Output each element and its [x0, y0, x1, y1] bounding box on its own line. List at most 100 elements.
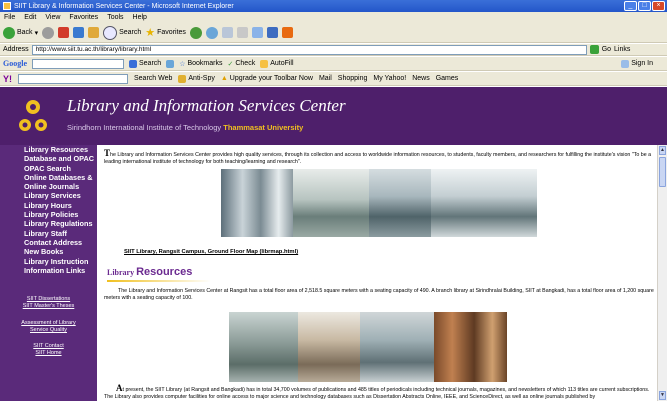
collection-paragraph: At present, the SIIT Library (at Rangsit… — [104, 383, 650, 400]
history-icon[interactable] — [205, 26, 218, 39]
sidebar-item-database-opac[interactable]: Database and OPAC — [0, 154, 97, 163]
yahoo-search-input[interactable] — [18, 73, 128, 84]
antispy-icon — [178, 74, 187, 83]
search-web-button[interactable]: Search Web — [134, 75, 172, 82]
google-logo: Google — [3, 59, 27, 68]
sidebar-links-contact: SIIT Contact SIIT Home — [0, 343, 97, 357]
window-titlebar: SIIT Library & Information Services Cent… — [0, 0, 667, 12]
menu-file[interactable]: File — [4, 14, 15, 21]
edit-icon[interactable] — [251, 27, 263, 38]
signin-button[interactable]: Sign In — [621, 59, 653, 68]
mail-icon[interactable] — [221, 27, 233, 38]
address-url: http://www.siit.tu.ac.th/library/library… — [35, 45, 152, 53]
mail-button[interactable]: Mail — [319, 75, 332, 82]
yahoo-toolbar: Y! Search Web Anti-Spy ▲ Upgrade your To… — [0, 72, 667, 86]
sidebar-item-library-instruction[interactable]: Library Instruction — [0, 257, 97, 266]
menu-help[interactable]: Help — [133, 14, 147, 21]
floor-map-link[interactable]: SIIT Library, Rangsit Campus, Ground Flo… — [124, 249, 298, 255]
scroll-thumb[interactable] — [659, 157, 666, 187]
sidebar-item-new-books[interactable]: New Books — [0, 247, 97, 256]
yahoo-logo-icon[interactable]: Y! — [3, 74, 12, 84]
print-icon[interactable] — [236, 27, 248, 38]
siit-dissertations-link[interactable]: SIIT Dissertations — [0, 296, 97, 303]
spellcheck-button[interactable]: ✓ Check — [227, 60, 255, 68]
menu-tools[interactable]: Tools — [107, 14, 123, 21]
bookmark-star-icon: ☆ — [179, 60, 186, 68]
intro-paragraph: The Library and Information Services Cen… — [104, 148, 652, 165]
sidebar-item-information-links[interactable]: Information Links — [0, 266, 97, 275]
go-button[interactable]: Go — [602, 46, 611, 53]
sidebar-item-library-regulations[interactable]: Library Regulations — [0, 219, 97, 228]
siit-contact-link[interactable]: SIIT Contact — [0, 343, 97, 350]
library-photo-shelves — [221, 169, 293, 237]
favorites-star-icon: ★ — [145, 27, 156, 39]
siit-masters-theses-link[interactable]: SIIT Master's Theses — [0, 303, 97, 310]
sidebar-item-library-services[interactable]: Library Services — [0, 191, 97, 200]
games-button[interactable]: Games — [436, 75, 459, 82]
address-input[interactable]: http://www.siit.tu.ac.th/library/library… — [31, 44, 587, 55]
messenger-icon[interactable] — [281, 27, 293, 38]
autofill-button[interactable]: AutoFill — [260, 59, 294, 68]
bookmarks-button[interactable]: ☆ Bookmarks — [179, 60, 222, 68]
close-button[interactable]: × — [652, 1, 665, 11]
service-quality-link[interactable]: Service Quality — [0, 327, 97, 334]
shopping-button[interactable]: Shopping — [338, 75, 368, 82]
siit-home-link[interactable]: SIIT Home — [0, 350, 97, 357]
refresh-icon[interactable] — [73, 27, 85, 38]
warning-icon: ▲ — [220, 75, 228, 82]
media-icon[interactable] — [189, 26, 202, 39]
news-button[interactable]: News — [412, 75, 430, 82]
sidebar-item-contact-address[interactable]: Contact Address — [0, 238, 97, 247]
minimize-button[interactable]: _ — [624, 1, 637, 11]
sidebar-item-library-policies[interactable]: Library Policies — [0, 210, 97, 219]
sidebar-item-library-resources[interactable]: Library Resources — [0, 145, 97, 154]
menu-edit[interactable]: Edit — [24, 14, 36, 21]
back-button[interactable]: Back ▾ — [3, 26, 38, 39]
window-title: SIIT Library & Information Services Cent… — [14, 2, 234, 10]
vertical-scrollbar[interactable]: ▲ ▼ — [657, 145, 667, 401]
google-search-input[interactable] — [32, 58, 124, 69]
library-photo-stacks — [434, 312, 507, 382]
stop-icon[interactable] — [58, 27, 70, 38]
library-photo-counter — [298, 312, 360, 382]
sidebar-item-online-databases[interactable]: Online Databases & — [0, 173, 97, 182]
home-icon[interactable] — [88, 27, 100, 38]
scroll-down-arrow-icon[interactable]: ▼ — [659, 391, 666, 400]
ie-window-icon — [3, 2, 11, 10]
site-header: Library and Information Services Center … — [0, 87, 667, 145]
resources-paragraph: The Library and Information Services Cen… — [104, 288, 654, 301]
pagerank-icon[interactable] — [166, 59, 175, 68]
sidebar-item-opac-search[interactable]: OPAC Search — [0, 164, 97, 173]
discuss-icon[interactable] — [266, 27, 278, 38]
menu-view[interactable]: View — [45, 14, 60, 21]
sidebar-item-library-staff[interactable]: Library Staff — [0, 229, 97, 238]
maximize-button[interactable]: □ — [638, 1, 651, 11]
sidebar-item-library-hours[interactable]: Library Hours — [0, 201, 97, 210]
google-search-button[interactable]: Search — [129, 59, 161, 68]
forward-arrow-icon[interactable] — [42, 26, 55, 39]
google-search-icon — [129, 59, 137, 68]
page-title: Library and Information Services Center — [67, 96, 346, 115]
library-photo-entrance — [229, 312, 298, 382]
assessment-link[interactable]: Assessment of Library — [0, 320, 97, 327]
institute-subtitle: Sirindhorn International Institute of Te… — [67, 123, 304, 132]
address-label: Address — [3, 46, 29, 53]
sidebar-nav: Library Resources Database and OPAC OPAC… — [0, 145, 97, 275]
sidebar-item-online-journals[interactable]: Online Journals — [0, 182, 97, 191]
window-controls: _ □ × — [624, 1, 665, 11]
search-button[interactable]: Search — [103, 25, 141, 40]
antispy-button[interactable]: Anti-Spy — [178, 74, 215, 83]
resources-heading: Library Resources — [107, 266, 193, 278]
heading-underline — [107, 280, 211, 282]
sidebar: Library Resources Database and OPAC OPAC… — [0, 145, 97, 401]
menu-favorites[interactable]: Favorites — [69, 14, 98, 21]
links-button[interactable]: Links — [614, 46, 630, 53]
search-icon — [103, 25, 118, 40]
sidebar-links-theses: SIIT Dissertations SIIT Master's Theses — [0, 296, 97, 310]
menu-bar: File Edit View Favorites Tools Help — [0, 12, 667, 23]
favorites-button[interactable]: ★ Favorites — [145, 26, 186, 39]
my-yahoo-button[interactable]: My Yahoo! — [373, 75, 406, 82]
scroll-up-arrow-icon[interactable]: ▲ — [659, 146, 666, 155]
go-arrow-icon[interactable] — [589, 45, 599, 54]
upgrade-toolbar-link[interactable]: ▲ Upgrade your Toolbar Now — [221, 75, 313, 82]
